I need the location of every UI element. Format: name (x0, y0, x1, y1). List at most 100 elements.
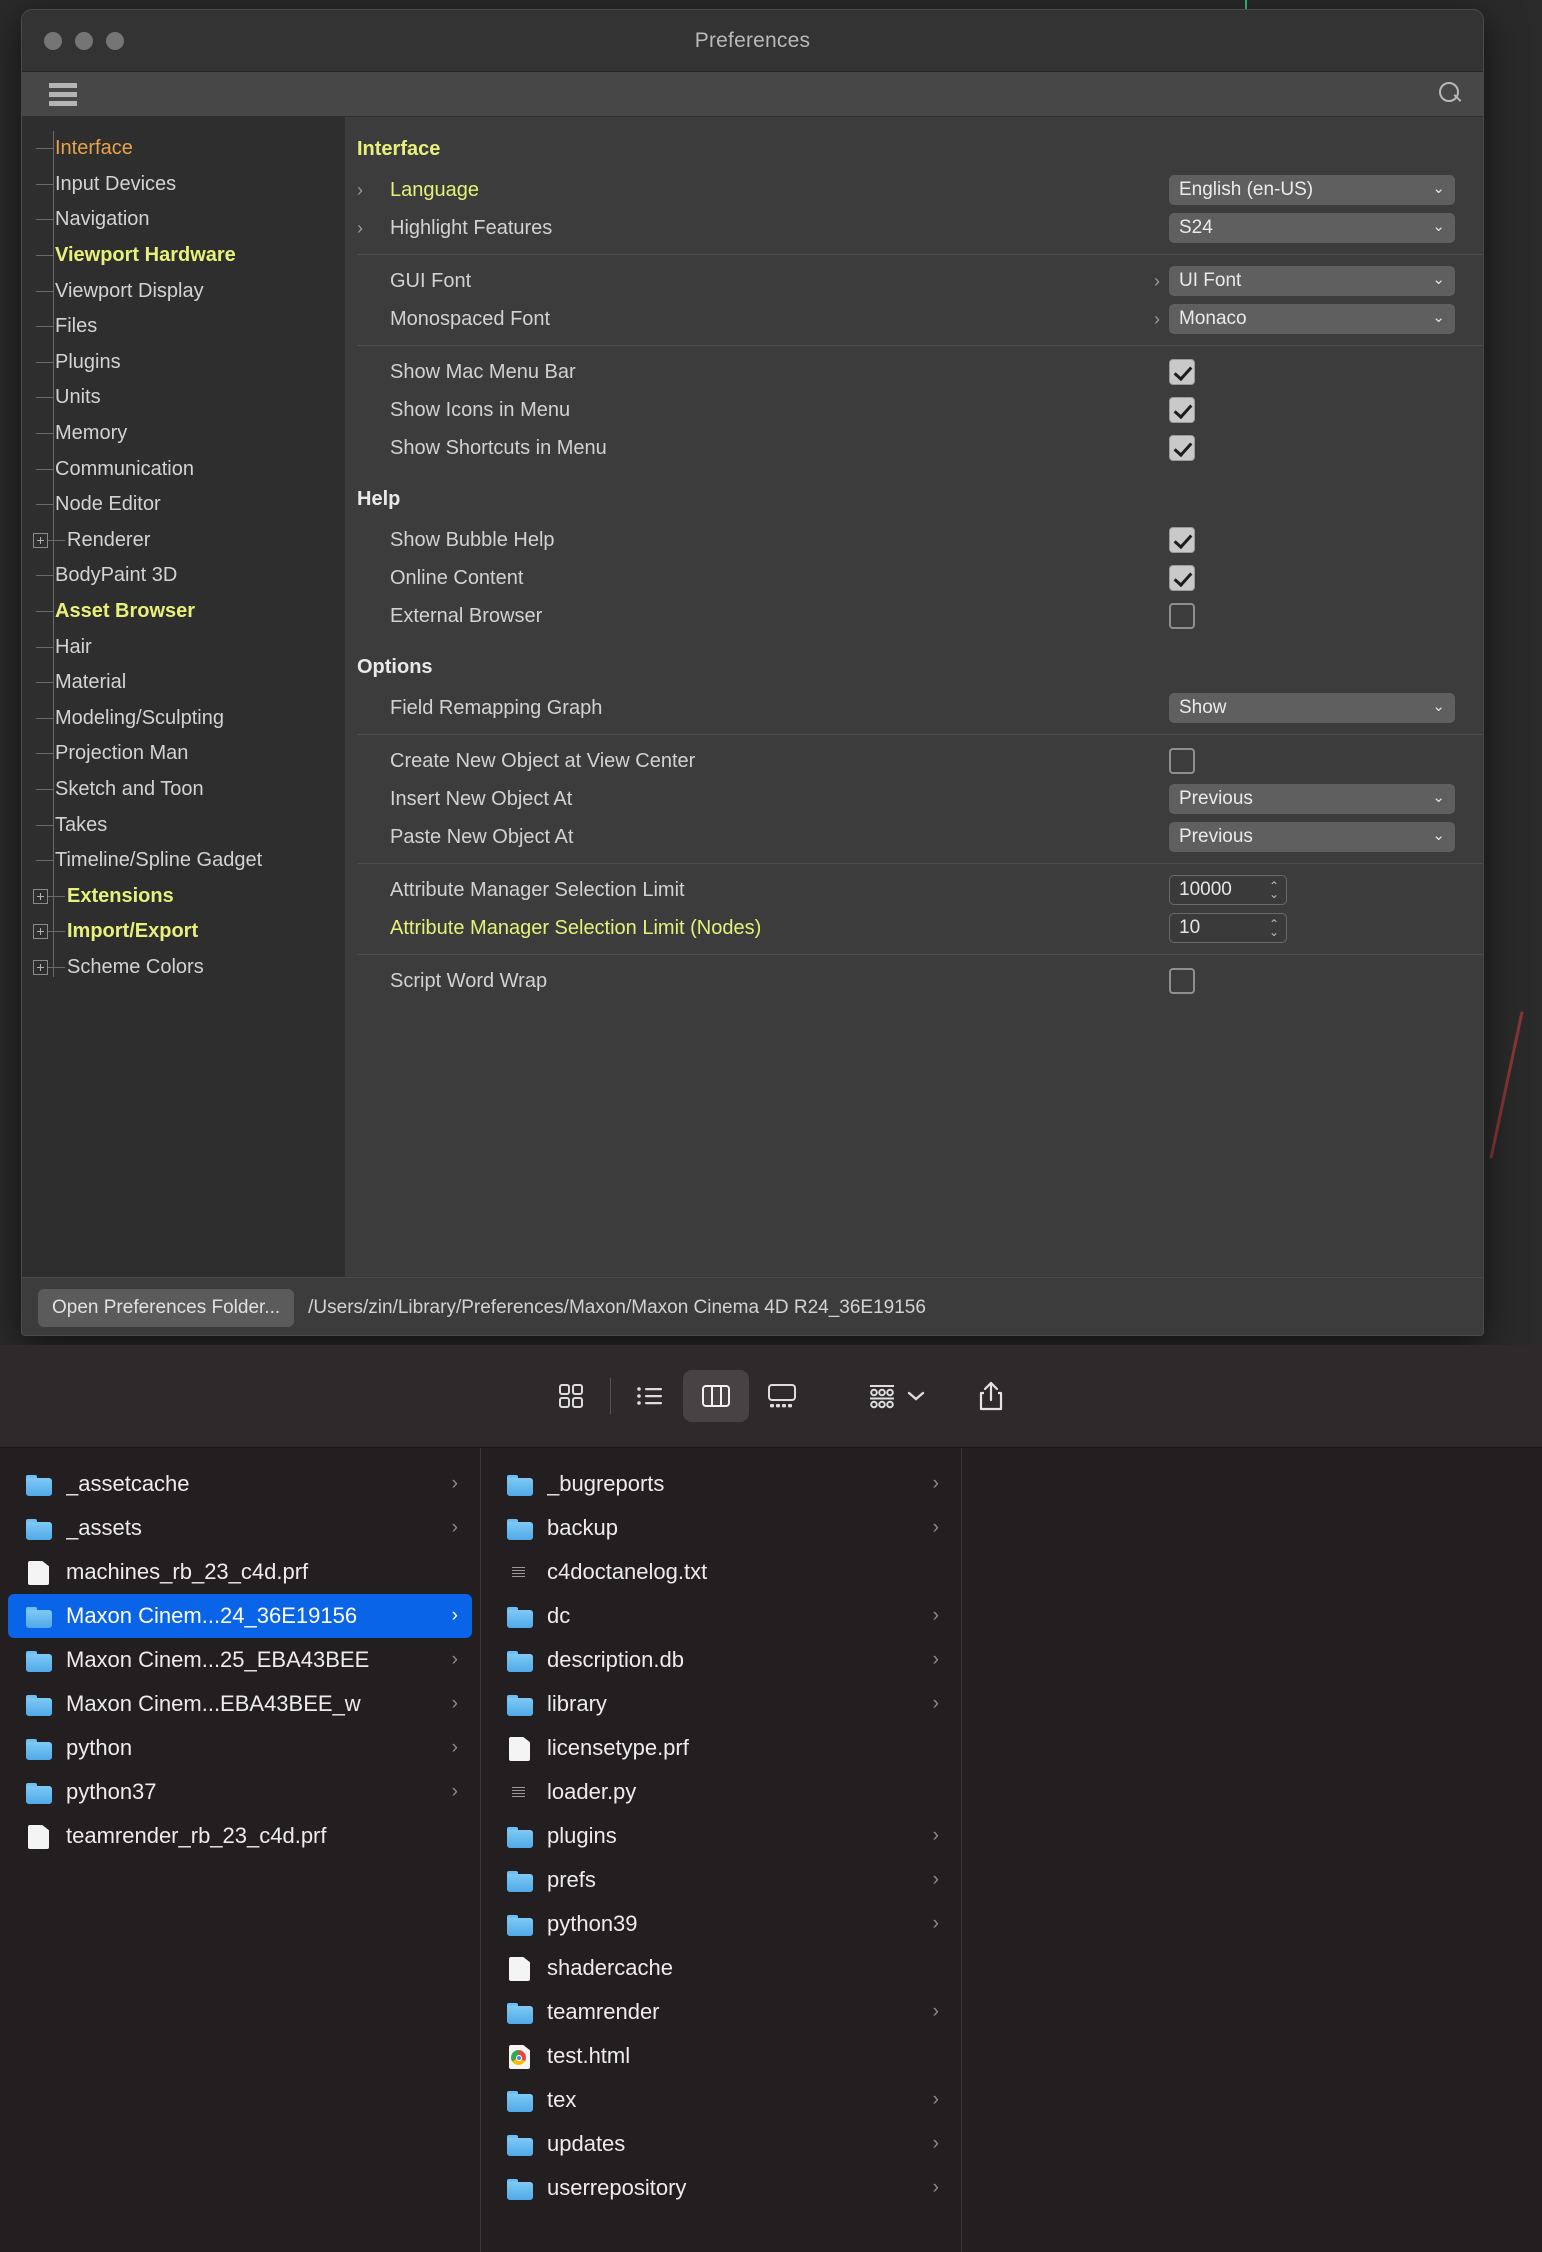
finder-item-name: teamrender (547, 1999, 660, 2024)
setting-label: Language (390, 178, 479, 201)
finder-list-item[interactable]: library › (489, 1682, 953, 1726)
checkbox-wrapper (1169, 527, 1455, 553)
checkbox[interactable] (1169, 603, 1195, 629)
group-title: Help (357, 488, 401, 510)
finder-list-item[interactable]: machines_rb_23_c4d.prf (8, 1550, 472, 1594)
finder-list-item[interactable]: prefs › (489, 1858, 953, 1902)
chevron-down-icon: ⌄ (1432, 309, 1445, 327)
expand-plus-icon[interactable] (33, 888, 48, 904)
checkbox[interactable] (1169, 527, 1195, 553)
setting-control (1169, 968, 1455, 994)
finder-list-item[interactable]: teamrender › (489, 1990, 953, 2034)
chevron-right-icon[interactable]: › (1149, 309, 1165, 330)
checkbox[interactable] (1169, 565, 1195, 591)
sidebar-item-plugins[interactable]: Plugins (22, 345, 345, 381)
finder-list-item[interactable]: backup › (489, 1506, 953, 1550)
expand-plus-icon[interactable] (33, 959, 48, 975)
share-icon[interactable] (977, 1380, 1005, 1412)
sidebar-item-import-export[interactable]: Import/Export (22, 914, 345, 950)
finder-list-item[interactable]: shadercache (489, 1946, 953, 1990)
expand-plus-icon[interactable] (33, 532, 48, 548)
finder-list-item[interactable]: loader.py (489, 1770, 953, 1814)
finder-list-item[interactable]: python › (8, 1726, 472, 1770)
sidebar-item-extensions[interactable]: Extensions (22, 878, 345, 914)
group-by-button[interactable] (867, 1382, 925, 1410)
finder-list-item[interactable]: Maxon Cinem...25_EBA43BEE › (8, 1638, 472, 1682)
sidebar-item-sketch-and-toon[interactable]: Sketch and Toon (22, 772, 345, 808)
dropdown-value: Previous (1179, 788, 1253, 809)
finder-list-item[interactable]: c4doctanelog.txt (489, 1550, 953, 1594)
finder-list-item[interactable]: description.db › (489, 1638, 953, 1682)
chevron-right-icon[interactable]: › (357, 218, 375, 239)
chevron-right-icon[interactable]: › (357, 180, 375, 201)
file-icon (507, 1560, 534, 1584)
finder-list-item[interactable]: python37 › (8, 1770, 472, 1814)
sidebar-item-communication[interactable]: Communication (22, 451, 345, 487)
tree-branch-line (36, 183, 53, 185)
sidebar-item-interface[interactable]: Interface (22, 131, 345, 167)
finder-list-item[interactable]: test.html (489, 2034, 953, 2078)
column-view-icon[interactable] (682, 1370, 749, 1422)
number-stepper[interactable]: 10 ⌃ ⌄ (1169, 913, 1287, 943)
sidebar-item-label: Import/Export (67, 920, 199, 943)
sidebar-item-takes[interactable]: Takes (22, 807, 345, 843)
sidebar-item-input-devices[interactable]: Input Devices (22, 167, 345, 203)
finder-list-item[interactable]: Maxon Cinem...EBA43BEE_w › (8, 1682, 472, 1726)
list-view-icon[interactable] (617, 1370, 683, 1422)
finder-list-item[interactable]: updates › (489, 2122, 953, 2166)
checkbox[interactable] (1169, 748, 1195, 774)
finder-list-item[interactable]: tex › (489, 2078, 953, 2122)
sidebar-item-memory[interactable]: Memory (22, 416, 345, 452)
tree-branch-line (36, 682, 53, 684)
sidebar-item-hair[interactable]: Hair (22, 629, 345, 665)
icon-view-icon[interactable] (538, 1370, 604, 1422)
finder-list-item[interactable]: _assets › (8, 1506, 472, 1550)
dropdown-select[interactable]: Previous ⌄ (1169, 822, 1455, 852)
dropdown-select[interactable]: S24 ⌄ (1169, 213, 1455, 243)
checkbox[interactable] (1169, 435, 1195, 461)
gallery-view-icon[interactable] (749, 1370, 815, 1422)
finder-list-item[interactable]: python39 › (489, 1902, 953, 1946)
dropdown-select[interactable]: Previous ⌄ (1169, 784, 1455, 814)
stepper-down-icon[interactable]: ⌄ (1269, 926, 1279, 938)
sidebar-item-bodypaint-3d[interactable]: BodyPaint 3D (22, 558, 345, 594)
sidebar-item-asset-browser[interactable]: Asset Browser (22, 594, 345, 630)
sidebar-item-node-editor[interactable]: Node Editor (22, 487, 345, 523)
finder-list-item[interactable]: userrepository › (489, 2166, 953, 2210)
sidebar-item-material[interactable]: Material (22, 665, 345, 701)
dropdown-select[interactable]: English (en-US) ⌄ (1169, 175, 1455, 205)
dropdown-select[interactable]: UI Font ⌄ (1169, 266, 1455, 296)
number-stepper[interactable]: 10000 ⌃ ⌄ (1169, 875, 1287, 905)
finder-list-item[interactable]: _bugreports › (489, 1462, 953, 1506)
finder-list-item[interactable]: dc › (489, 1594, 953, 1638)
chevron-right-icon[interactable]: › (1149, 271, 1165, 292)
finder-list-item[interactable]: Maxon Cinem...24_36E19156 › (8, 1594, 472, 1638)
sidebar-item-viewport-display[interactable]: Viewport Display (22, 273, 345, 309)
search-icon[interactable] (1437, 81, 1463, 107)
hamburger-icon[interactable] (49, 82, 77, 106)
finder-list-item[interactable]: plugins › (489, 1814, 953, 1858)
sidebar-item-units[interactable]: Units (22, 380, 345, 416)
checkbox[interactable] (1169, 359, 1195, 385)
stepper-down-icon[interactable]: ⌄ (1269, 888, 1279, 900)
dropdown-select[interactable]: Show ⌄ (1169, 693, 1455, 723)
open-preferences-folder-button[interactable]: Open Preferences Folder... (38, 1288, 295, 1327)
finder-item-name: machines_rb_23_c4d.prf (66, 1559, 309, 1584)
sidebar-item-modeling-sculpting[interactable]: Modeling/Sculpting (22, 701, 345, 737)
sidebar-item-viewport-hardware[interactable]: Viewport Hardware (22, 238, 345, 274)
checkbox[interactable] (1169, 968, 1195, 994)
sidebar-item-projection-man[interactable]: Projection Man (22, 736, 345, 772)
sidebar-item-files[interactable]: Files (22, 309, 345, 345)
checkbox[interactable] (1169, 397, 1195, 423)
sidebar-item-navigation[interactable]: Navigation (22, 202, 345, 238)
dropdown-select[interactable]: Monaco ⌄ (1169, 304, 1455, 334)
finder-list-item[interactable]: teamrender_rb_23_c4d.prf (8, 1814, 472, 1858)
file-icon (26, 1824, 53, 1848)
sidebar-item-timeline-spline-gadget[interactable]: Timeline/Spline Gadget (22, 843, 345, 879)
expand-plus-icon[interactable] (33, 924, 48, 940)
sidebar-item-scheme-colors[interactable]: Scheme Colors (22, 950, 345, 986)
finder-list-item[interactable]: _assetcache › (8, 1462, 472, 1506)
section-divider (357, 954, 1483, 955)
sidebar-item-renderer[interactable]: Renderer (22, 523, 345, 559)
finder-list-item[interactable]: licensetype.prf (489, 1726, 953, 1770)
